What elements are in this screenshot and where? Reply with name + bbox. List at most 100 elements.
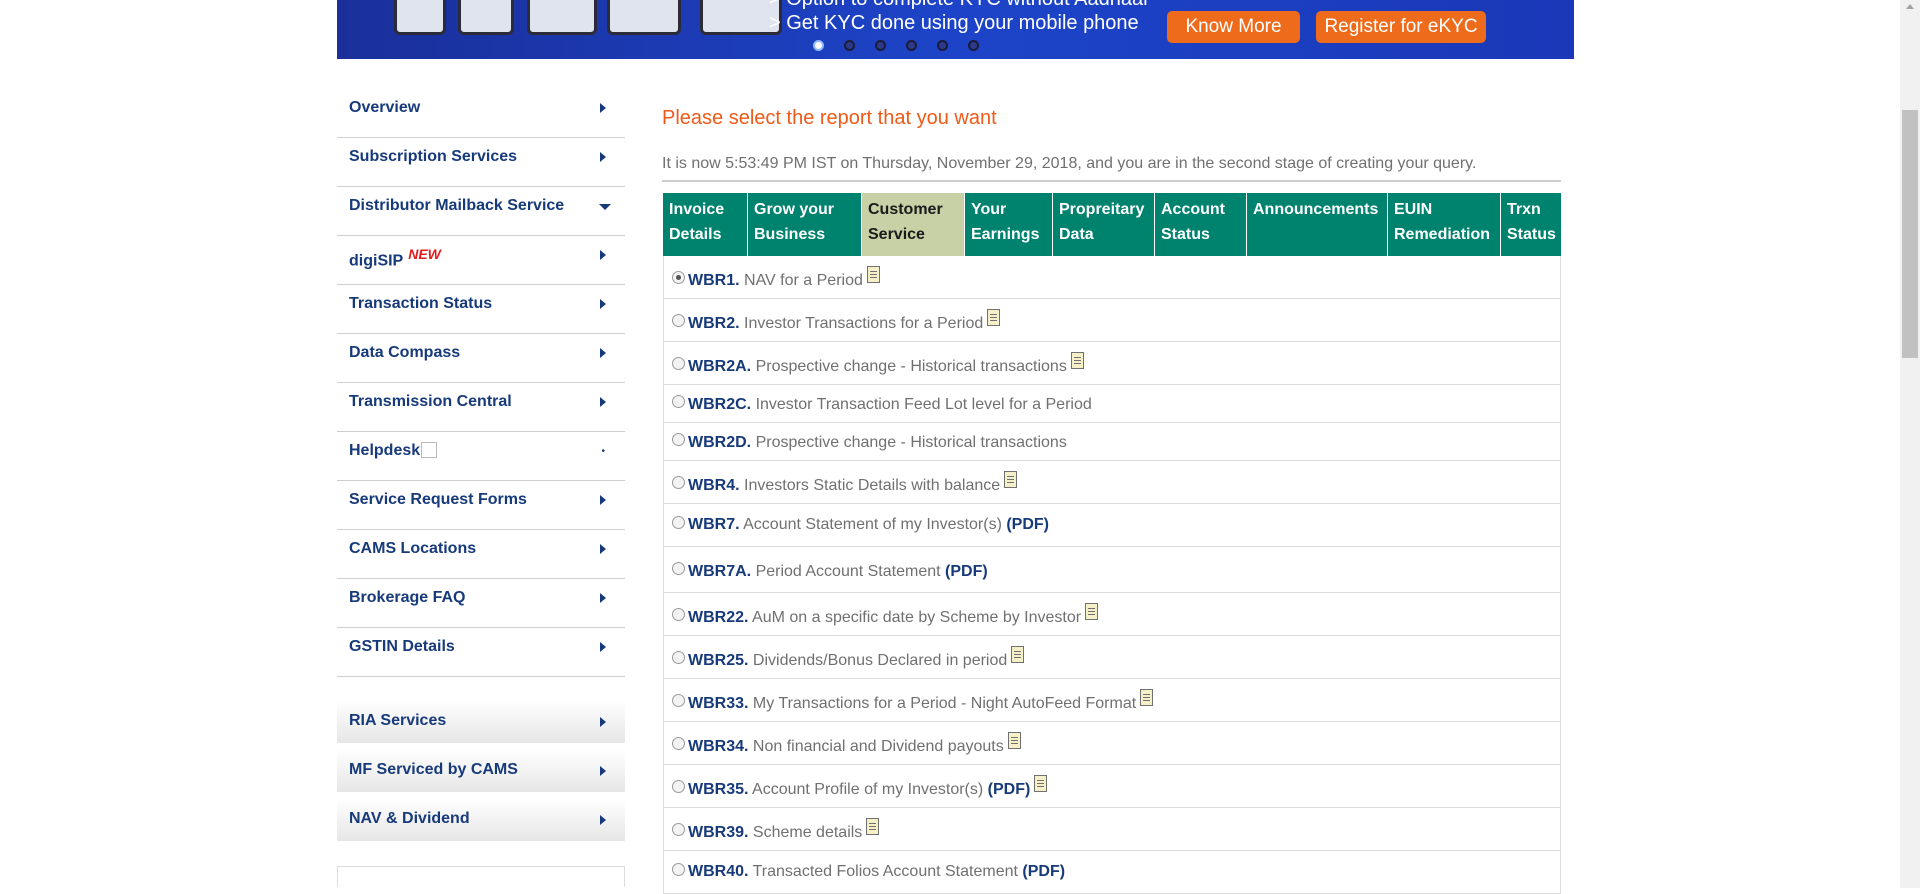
report-radio[interactable] (672, 395, 685, 408)
report-row[interactable]: WBR2D. Prospective change - Historical t… (664, 423, 1560, 461)
sample-document-icon[interactable] (866, 818, 880, 835)
sample-document-icon[interactable] (1007, 732, 1021, 749)
tab-label-line-1: Account (1161, 201, 1225, 218)
sidebar-item-overview[interactable]: Overview (337, 89, 625, 138)
report-label[interactable]: WBR22. AuM on a specific date by Scheme … (688, 603, 1099, 627)
sidebar-item-distributor-mailback-service[interactable]: Distributor Mailback Service (337, 187, 625, 236)
report-radio[interactable] (672, 271, 685, 284)
sidebar-group-nav-dividend[interactable]: NAV & Dividend (337, 798, 625, 841)
sample-document-icon[interactable] (1140, 689, 1154, 706)
report-label[interactable]: WBR34. Non financial and Dividend payout… (688, 732, 1021, 756)
sample-document-icon[interactable] (1070, 352, 1084, 369)
report-radio[interactable] (672, 608, 685, 621)
report-label[interactable]: WBR2D. Prospective change - Historical t… (688, 434, 1067, 452)
report-radio[interactable] (672, 823, 685, 836)
carousel-dot[interactable] (937, 40, 948, 51)
chevron-right-icon (600, 103, 606, 113)
tab-trxn-status[interactable]: Trxn Status (1501, 193, 1561, 256)
report-label[interactable]: WBR35. Account Profile of my Investor(s)… (688, 775, 1048, 799)
sidebar-item-brokerage-faq[interactable]: Brokerage FAQ (337, 579, 625, 628)
report-label[interactable]: WBR7. Account Statement of my Investor(s… (688, 516, 1049, 534)
sidebar-item-cams-locations[interactable]: CAMS Locations (337, 530, 625, 579)
sample-document-icon[interactable] (866, 266, 880, 283)
report-row[interactable]: WBR22. AuM on a specific date by Scheme … (664, 593, 1560, 636)
chevron-right-icon (600, 348, 606, 358)
tab-grow-your-business[interactable]: Grow your Business (748, 193, 862, 256)
report-label[interactable]: WBR39. Scheme details (688, 818, 880, 842)
report-description: Prospective change - Historical transact… (755, 358, 1067, 375)
sidebar-item-transaction-status[interactable]: Transaction Status (337, 285, 625, 334)
scrollbar-thumb[interactable] (1902, 110, 1918, 358)
scroll-up-arrow-icon[interactable] (1906, 4, 1914, 9)
sample-document-icon[interactable] (1085, 603, 1099, 620)
sidebar-group-ria-services[interactable]: RIA Services (337, 700, 625, 743)
tab-account-status[interactable]: Account Status (1155, 193, 1247, 256)
sidebar-item-label: Distributor Mailback Service (349, 197, 564, 215)
sidebar-item-subscription-services[interactable]: Subscription Services (337, 138, 625, 187)
sidebar-group-mf-serviced-by-cams[interactable]: MF Serviced by CAMS (337, 749, 625, 792)
tab-announcements[interactable]: Announcements (1247, 193, 1388, 256)
report-radio[interactable] (672, 357, 685, 370)
sample-document-icon[interactable] (1034, 775, 1048, 792)
carousel-dot[interactable] (813, 40, 824, 51)
report-row[interactable]: WBR33. My Transactions for a Period - Ni… (664, 679, 1560, 722)
report-code: WBR39. (688, 824, 749, 841)
report-radio[interactable] (672, 476, 685, 489)
sidebar-item-data-compass[interactable]: Data Compass (337, 334, 625, 383)
report-row[interactable]: WBR2. Investor Transactions for a Period (664, 299, 1560, 342)
report-label[interactable]: WBR40. Transacted Folios Account Stateme… (688, 863, 1065, 881)
report-label[interactable]: WBR2. Investor Transactions for a Period (688, 309, 1001, 333)
tab-your-earnings[interactable]: Your Earnings (965, 193, 1053, 256)
report-row[interactable]: WBR7A. Period Account Statement (PDF) (664, 547, 1560, 593)
sidebar-item-helpdesk[interactable]: Helpdesk • (337, 432, 625, 481)
chevron-right-icon (600, 397, 606, 407)
report-row[interactable]: WBR25. Dividends/Bonus Declared in perio… (664, 636, 1560, 679)
sidebar-item-label: Transaction Status (349, 295, 492, 313)
report-label[interactable]: WBR2A. Prospective change - Historical t… (688, 352, 1084, 376)
report-row[interactable]: WBR1. NAV for a Period (664, 256, 1560, 299)
register-ekyc-button[interactable]: Register for eKYC (1316, 11, 1486, 43)
report-row[interactable]: WBR34. Non financial and Dividend payout… (664, 722, 1560, 765)
report-radio[interactable] (672, 562, 685, 575)
report-label[interactable]: WBR33. My Transactions for a Period - Ni… (688, 689, 1154, 713)
report-label[interactable]: WBR4. Investors Static Details with bala… (688, 471, 1018, 495)
sidebar-item-gstin-details[interactable]: GSTIN Details (337, 628, 625, 677)
sidebar-item-text: digiSIP (349, 252, 404, 270)
report-radio[interactable] (672, 314, 685, 327)
tab-customer-service[interactable]: Customer Service (862, 193, 965, 256)
report-code: WBR4. (688, 477, 740, 494)
report-row[interactable]: WBR2C. Investor Transaction Feed Lot lev… (664, 385, 1560, 423)
carousel-dot[interactable] (875, 40, 886, 51)
report-radio[interactable] (672, 737, 685, 750)
tab-euin-remediation[interactable]: EUIN Remediation (1388, 193, 1501, 256)
report-row[interactable]: WBR35. Account Profile of my Investor(s)… (664, 765, 1560, 808)
report-radio[interactable] (672, 863, 685, 876)
report-row[interactable]: WBR2A. Prospective change - Historical t… (664, 342, 1560, 385)
report-row[interactable]: WBR4. Investors Static Details with bala… (664, 461, 1560, 504)
report-radio[interactable] (672, 651, 685, 664)
carousel-dot[interactable] (844, 40, 855, 51)
carousel-dot[interactable] (906, 40, 917, 51)
carousel-dot[interactable] (968, 40, 979, 51)
sample-document-icon[interactable] (1004, 471, 1018, 488)
report-label[interactable]: WBR7A. Period Account Statement (PDF) (688, 563, 988, 581)
report-label[interactable]: WBR25. Dividends/Bonus Declared in perio… (688, 646, 1025, 670)
sidebar-item-digisip[interactable]: digiSIP NEW (337, 236, 625, 285)
sidebar-item-transmission-central[interactable]: Transmission Central (337, 383, 625, 432)
report-radio[interactable] (672, 780, 685, 793)
report-radio[interactable] (672, 516, 685, 529)
phone-illustration (607, 0, 681, 35)
report-row[interactable]: WBR39. Scheme details (664, 808, 1560, 851)
report-label[interactable]: WBR2C. Investor Transaction Feed Lot lev… (688, 396, 1092, 414)
report-label[interactable]: WBR1. NAV for a Period (688, 266, 880, 290)
sample-document-icon[interactable] (1011, 646, 1025, 663)
sample-document-icon[interactable] (987, 309, 1001, 326)
report-radio[interactable] (672, 433, 685, 446)
tab-propreitary-data[interactable]: Propreitary Data (1053, 193, 1155, 256)
report-radio[interactable] (672, 694, 685, 707)
tab-invoice-details[interactable]: Invoice Details (663, 193, 748, 256)
report-row[interactable]: WBR7. Account Statement of my Investor(s… (664, 504, 1560, 547)
promo-banner[interactable]: > Option to complete KYC without Aadhaar… (337, 0, 1574, 59)
sidebar-item-service-request-forms[interactable]: Service Request Forms (337, 481, 625, 530)
know-more-button[interactable]: Know More (1167, 11, 1300, 43)
